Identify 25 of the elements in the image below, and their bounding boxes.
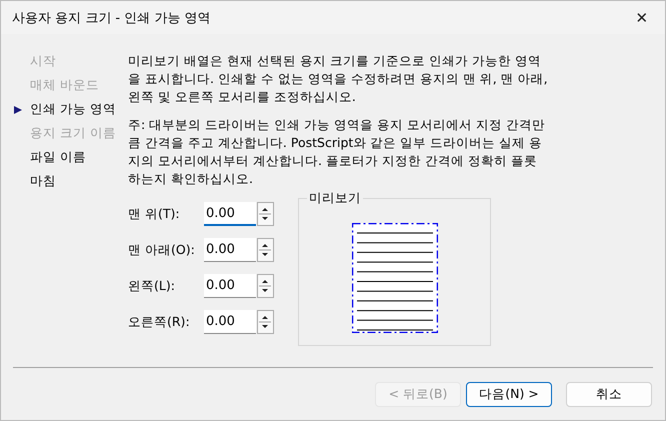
description-text: 미리보기 배열은 현재 선택된 용지 크기를 기준으로 인쇄가 가능한 영역을 표시합니다. 인쇄할 수 없는 영역을 수정하려면 용지의 맨 위, 맨 아래, 왼쪽 및 오른쪽 모서리를 조정하십시오. <box>128 52 548 106</box>
field-label: 왼쪽(L): <box>128 278 176 294</box>
wizard-step: 파일 이름 <box>30 149 86 166</box>
wizard-step: 시작 <box>30 53 56 70</box>
wizard-step: 매체 바운드 <box>30 77 99 94</box>
wizard-step: 마침 <box>30 173 56 190</box>
field-label: 오른쪽(R): <box>128 314 191 330</box>
spin-buttons[interactable] <box>257 274 274 298</box>
description-text: 주: 대부분의 드라이버는 인쇄 가능 영역을 용지 모서리에서 지정 간격만큼 간격을 주고 계산합니다. PostScript와 같은 일부 드라이버는 실제 용지의 모서리에서부터 계산합니다. 플로터가 지정한 간격에 정확히 플롯하는지 확인하십시오. <box>128 116 546 188</box>
dialog-button[interactable]: 취소 <box>566 382 652 406</box>
margin-input-field[interactable]: 0.00 <box>204 310 256 334</box>
dialog-button[interactable]: 다음(N) > <box>466 382 552 406</box>
margin-input-field[interactable]: 0.00 <box>204 202 256 226</box>
spin-buttons[interactable] <box>257 202 274 226</box>
spin-buttons[interactable] <box>257 238 274 262</box>
field-label: 맨 아래(O): <box>128 242 196 258</box>
window-title: 사용자 용지 크기 - 인쇄 가능 영역 <box>12 10 210 26</box>
wizard-step: 인쇄 가능 영역 <box>30 101 116 118</box>
margin-input-field[interactable]: 0.00 <box>204 274 256 298</box>
margin-input-field[interactable]: 0.00 <box>204 238 256 262</box>
wizard-step: 용지 크기 이름 <box>30 125 116 142</box>
close-button[interactable]: ✕ <box>619 1 665 34</box>
group-title: 미리보기 <box>307 190 363 207</box>
field-label: 맨 위(T): <box>128 206 181 222</box>
spin-buttons[interactable] <box>257 310 274 334</box>
